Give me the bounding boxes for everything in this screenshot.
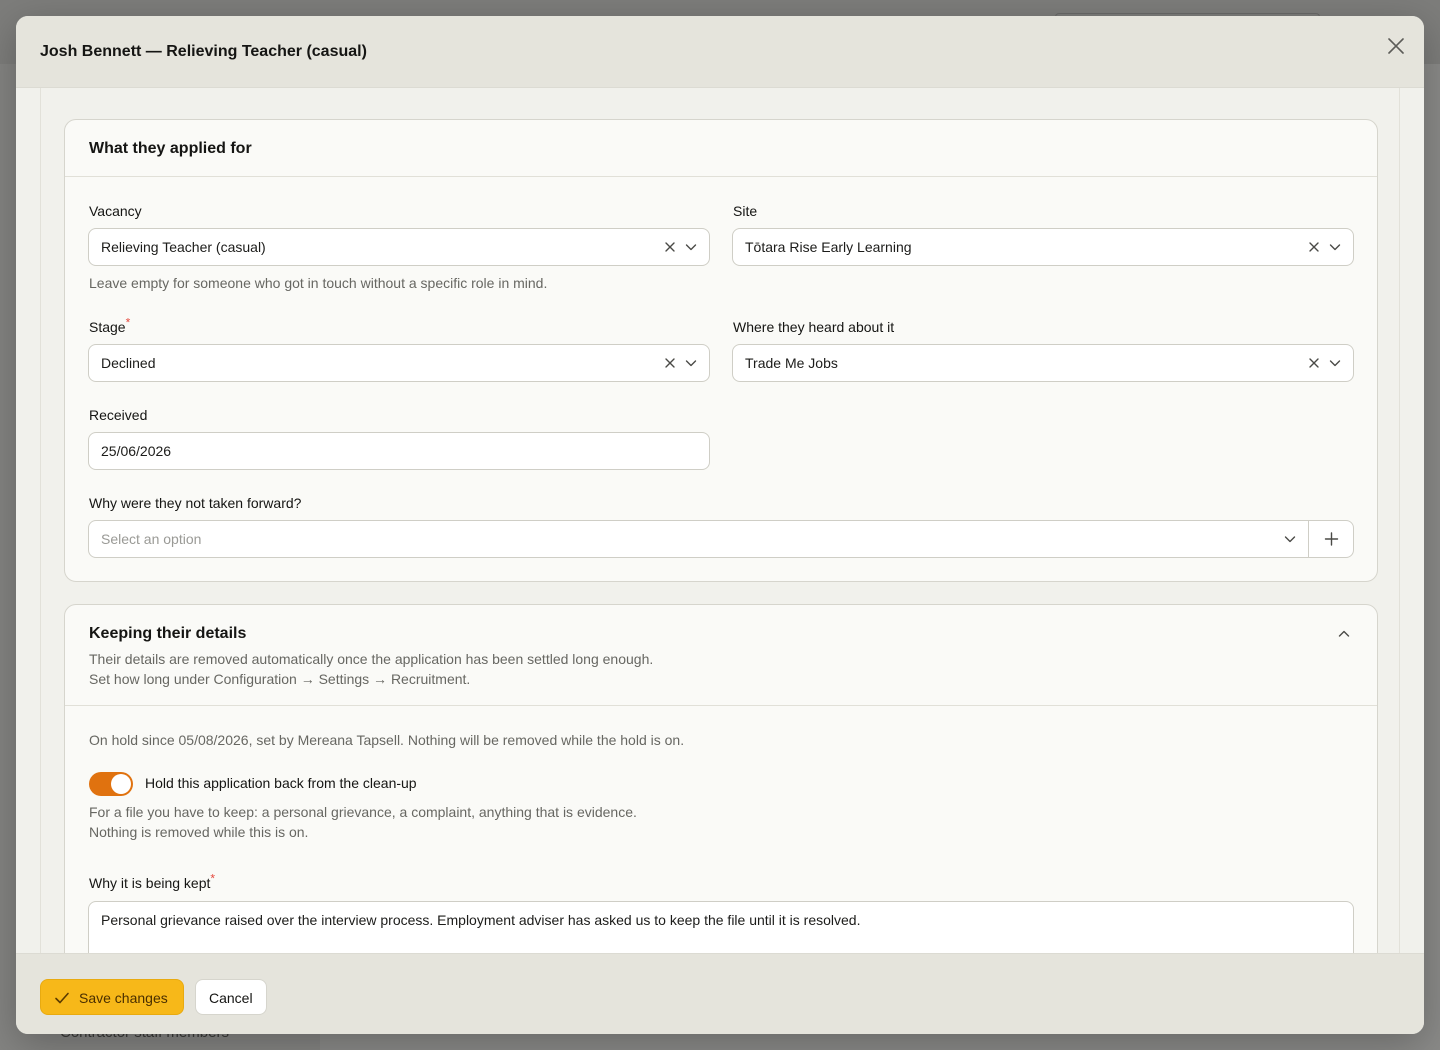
received-date-input[interactable]: 25/06/2026 [88,432,710,470]
hold-toggle[interactable] [89,772,133,796]
clear-icon[interactable] [663,240,677,254]
keeping-details-section: Keeping their details Their details are … [64,604,1378,953]
hold-toggle-label: Hold this application back from the clea… [145,775,417,791]
section-title: What they applied for [89,140,252,157]
applied-for-section: What they applied for Vacancy Relieving … [64,119,1378,582]
toggle-knob [111,774,131,794]
keep-reason-value: Personal grievance raised over the inter… [101,912,861,928]
required-mark: * [210,871,216,886]
chevron-down-icon[interactable] [1283,532,1297,546]
close-icon[interactable] [1384,34,1408,58]
clear-icon[interactable] [663,356,677,370]
source-value: Trade Me Jobs [745,355,838,371]
cancel-button-label: Cancel [209,990,253,1006]
keep-reason-label-text: Why it is being kept [89,875,211,891]
hold-hint-line2: Nothing is removed while this is on. [89,824,309,840]
divider [65,705,1377,706]
save-button-label: Save changes [79,990,168,1006]
keep-reason-textarea[interactable]: Personal grievance raised over the inter… [88,901,1354,953]
source-select[interactable]: Trade Me Jobs [732,344,1354,382]
plus-icon [1324,532,1339,546]
vacancy-select[interactable]: Relieving Teacher (casual) [88,228,710,266]
received-value: 25/06/2026 [101,443,172,459]
site-select[interactable]: Tōtara Rise Early Learning [732,228,1354,266]
chevron-down-icon[interactable] [684,240,698,254]
modal-footer: Save changes Cancel [16,953,1424,1034]
vacancy-hint: Leave empty for someone who got in touch… [89,275,548,291]
stage-label-text: Stage [89,319,126,335]
hold-status-text: On hold since 05/08/2026, set by Mereana… [89,732,685,748]
vacancy-label: Vacancy [89,203,142,219]
stage-label: Stage* [89,316,130,335]
site-label: Site [733,203,758,219]
cancel-button[interactable]: Cancel [195,979,267,1015]
hold-hint-line1: For a file you have to keep: a personal … [89,804,637,820]
clear-icon[interactable] [1307,356,1321,370]
decline-reason-select[interactable]: Select an option [88,520,1354,558]
stage-select[interactable]: Declined [88,344,710,382]
clear-icon[interactable] [1307,240,1321,254]
modal-title: Josh Bennett — Relieving Teacher (casual… [40,43,367,60]
save-button[interactable]: Save changes [40,979,184,1015]
keep-reason-label: Why it is being kept* [89,872,215,891]
decline-reason-label: Why were they not taken forward? [89,495,302,511]
chevron-down-icon[interactable] [1328,240,1342,254]
edit-application-modal: Josh Bennett — Relieving Teacher (casual… [16,16,1424,1034]
chevron-up-icon[interactable] [1335,625,1353,643]
add-option-button[interactable] [1308,521,1353,557]
source-label: Where they heard about it [733,319,895,335]
chevron-down-icon[interactable] [684,356,698,370]
site-value: Tōtara Rise Early Learning [745,239,912,255]
chevron-down-icon[interactable] [1328,356,1342,370]
section-title: Keeping their details [89,625,247,642]
modal-body[interactable]: What they applied for Vacancy Relieving … [40,88,1400,953]
check-icon [54,991,70,1005]
stage-value: Declined [101,355,156,371]
vacancy-value: Relieving Teacher (casual) [101,239,266,255]
modal-header: Josh Bennett — Relieving Teacher (casual… [16,16,1424,88]
received-label: Received [89,407,148,423]
required-mark: * [125,315,131,330]
divider [65,176,1377,177]
section-description-line1: Their details are removed automatically … [89,651,654,667]
decline-reason-placeholder: Select an option [101,531,202,547]
section-description-line2: Set how long under Configuration → Setti… [89,671,471,687]
